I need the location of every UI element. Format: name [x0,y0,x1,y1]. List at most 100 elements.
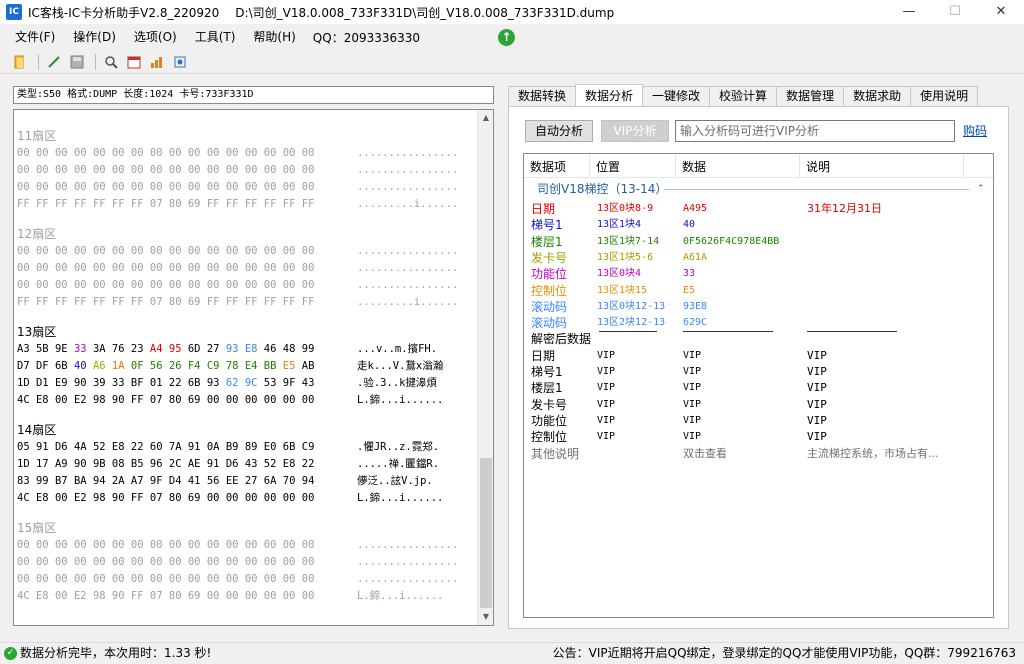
list-item[interactable]: 发卡号 13区1块5-6 A61A [524,250,993,266]
tab-3[interactable]: 校验计算 [709,86,778,106]
hex-row[interactable]: FF FF FF FF FF FF FF 07 80 69 FF FF FF F… [17,196,477,213]
column-header-item[interactable]: 数据项 [524,154,590,178]
menu-file[interactable]: 文件(F) [6,26,64,48]
list-item[interactable]: 功能位 VIP VIP VIP [524,413,993,429]
maximize-button[interactable]: ☐ [932,0,978,24]
cell-item: 梯号1 [531,218,563,233]
hex-row[interactable]: A3 5B 9E 33 3A 76 23 A4 95 6D 27 93 E8 4… [17,341,477,358]
hex-row[interactable]: 00 00 00 00 00 00 00 00 00 00 00 00 00 0… [17,179,477,196]
hex-byte: 00 [92,181,106,193]
hex-byte: 00 [225,394,239,406]
list-item[interactable]: 楼层1 13区1块7-14 0F5626F4C978E4BB [524,234,993,250]
hex-row[interactable]: 00 00 00 00 00 00 00 00 00 00 00 00 00 0… [17,260,477,277]
list-item[interactable]: 梯号1 13区1块4 40 [524,217,993,233]
hex-row[interactable]: FF FF FF FF FF FF FF 07 80 69 FF FF FF F… [17,294,477,311]
open-file-icon[interactable] [12,54,28,70]
vip-analyze-button[interactable]: VIP分析 [601,120,669,142]
hex-byte: 00 [168,262,182,274]
hex-byte: 00 [35,245,49,257]
hex-byte: 0F [130,360,144,372]
hex-row[interactable]: 00 00 00 00 00 00 00 00 00 00 00 00 00 0… [17,277,477,294]
close-button[interactable]: ✕ [978,0,1024,24]
list-item[interactable]: 控制位 13区1块15 E5 [524,283,993,299]
tab-5[interactable]: 数据求助 [843,86,912,106]
settings-icon[interactable] [172,54,188,70]
list-item[interactable]: 发卡号 VIP VIP VIP [524,397,993,413]
hex-row[interactable]: 00 00 00 00 00 00 00 00 00 00 00 00 00 0… [17,554,477,571]
hex-byte: FF [301,198,315,210]
list-item[interactable]: 滚动码 13区2块12-13 629C [524,315,993,331]
list-item[interactable]: 控制位 VIP VIP VIP [524,429,993,445]
menu-help[interactable]: 帮助(H) [244,26,304,48]
menu-options[interactable]: 选项(O) [125,26,186,48]
vertical-scrollbar[interactable]: ▲ ▼ [477,110,493,625]
list-item-other[interactable]: 其他说明 双击查看 主流梯控系统，市场占有... [524,446,993,462]
analysis-code-input[interactable]: 输入分析码可进行VIP分析 [675,120,955,142]
list-item[interactable]: 功能位 13区0块4 33 [524,266,993,282]
hex-row[interactable]: 83 99 B7 BA 94 2A A7 9F D4 41 56 EE 27 6… [17,473,477,490]
group-header[interactable]: 司创V18梯控（13-14） ⌃ [524,181,993,197]
hex-byte: 00 [54,147,68,159]
hex-byte: FF [206,198,220,210]
column-header-description[interactable]: 说明 [800,154,964,178]
hex-ascii: ................ [357,245,459,257]
list-item[interactable]: 日期 13区0块8-9 A495 31年12月31日 [524,201,993,217]
hex-byte: 00 [73,164,87,176]
hex-row[interactable]: 00 00 00 00 00 00 00 00 00 00 00 00 00 0… [17,571,477,588]
cell-pos: VIP [597,382,616,394]
hex-row[interactable]: 00 00 00 00 00 00 00 00 00 00 00 00 00 0… [17,537,477,554]
collapse-chevron-icon[interactable]: ⌃ [977,181,985,197]
list-item[interactable]: 日期 VIP VIP VIP [524,348,993,364]
tab-1[interactable]: 数据分析 [575,84,644,106]
hex-row[interactable]: 4C E8 00 E2 98 90 FF 07 80 69 00 00 00 0… [17,392,477,409]
group-label: 司创V18梯控（13-14） [537,182,668,196]
sector-title: 13扇区 [17,325,57,339]
hex-row[interactable]: 1D 17 A9 90 9B 08 B5 96 2C AE 91 D6 43 5… [17,456,477,473]
update-icon[interactable]: ↑ [498,29,515,46]
hex-byte: 00 [111,164,125,176]
hex-view[interactable]: 11扇区 00 00 00 00 00 00 00 00 00 00 00 00 … [13,109,494,626]
analysis-result-list[interactable]: 数据项 位置 数据 说明 司创V18梯控（13-14） ⌃ 日期 13区0块8-9… [523,153,994,618]
hex-row[interactable]: 00 00 00 00 00 00 00 00 00 00 00 00 00 0… [17,243,477,260]
chart-icon[interactable] [149,54,165,70]
hex-ascii: ................ [357,539,459,551]
menu-tools[interactable]: 工具(T) [186,26,245,48]
hex-row[interactable]: 00 00 00 00 00 00 00 00 00 00 00 00 00 0… [17,145,477,162]
hex-row[interactable]: 1D D1 E9 90 39 33 BF 01 22 6B 93 62 9C 5… [17,375,477,392]
search-icon[interactable] [103,54,119,70]
column-header-position[interactable]: 位置 [590,154,676,178]
hex-byte: 00 [282,181,296,193]
hex-row[interactable]: D7 DF 6B 40 A6 1A 0F 56 26 F4 C9 78 E4 B… [17,358,477,375]
tab-4[interactable]: 数据管理 [776,86,845,106]
hex-byte: 00 [17,279,30,291]
buy-code-link[interactable]: 购码 [963,122,987,139]
save-icon[interactable] [69,54,85,70]
hex-row[interactable]: 4C E8 00 E2 98 90 FF 07 80 69 00 00 00 0… [17,490,477,507]
hex-byte: 00 [301,279,315,291]
hex-row[interactable]: 05 91 D6 4A 52 E8 22 60 7A 91 0A B9 89 E… [17,439,477,456]
hex-row[interactable]: 00 00 00 00 00 00 00 00 00 00 00 00 00 0… [17,162,477,179]
menu-operate[interactable]: 操作(D) [64,26,125,48]
scroll-up-icon[interactable]: ▲ [478,110,493,126]
hex-ascii: 儚泛..詃V.jp. [357,475,433,487]
hex-byte: 62 [225,377,239,389]
list-item[interactable]: 梯号1 VIP VIP VIP [524,364,993,380]
tab-6[interactable]: 使用说明 [910,86,979,106]
hex-byte: 00 [206,590,220,602]
hex-byte: 07 [149,394,163,406]
tab-2[interactable]: 一键修改 [642,86,711,106]
hex-row[interactable]: 4C E8 00 E2 98 90 FF 07 80 69 00 00 00 0… [17,588,477,605]
edit-icon[interactable] [46,54,62,70]
list-item[interactable]: 楼层1 VIP VIP VIP [524,380,993,396]
auto-analyze-button[interactable]: 自动分析 [525,120,593,142]
minimize-button[interactable]: — [886,0,932,24]
hex-byte: 1A [111,360,125,372]
hex-ascii: .....禅.匷鐺R. [357,458,440,470]
calendar-icon[interactable] [126,54,142,70]
scroll-thumb[interactable] [480,458,492,608]
tab-0[interactable]: 数据转换 [508,86,577,106]
hex-byte: 69 [187,198,201,210]
scroll-down-icon[interactable]: ▼ [478,609,493,625]
column-header-data[interactable]: 数据 [676,154,800,178]
list-item[interactable]: 滚动码 13区0块12-13 93E8 [524,299,993,315]
